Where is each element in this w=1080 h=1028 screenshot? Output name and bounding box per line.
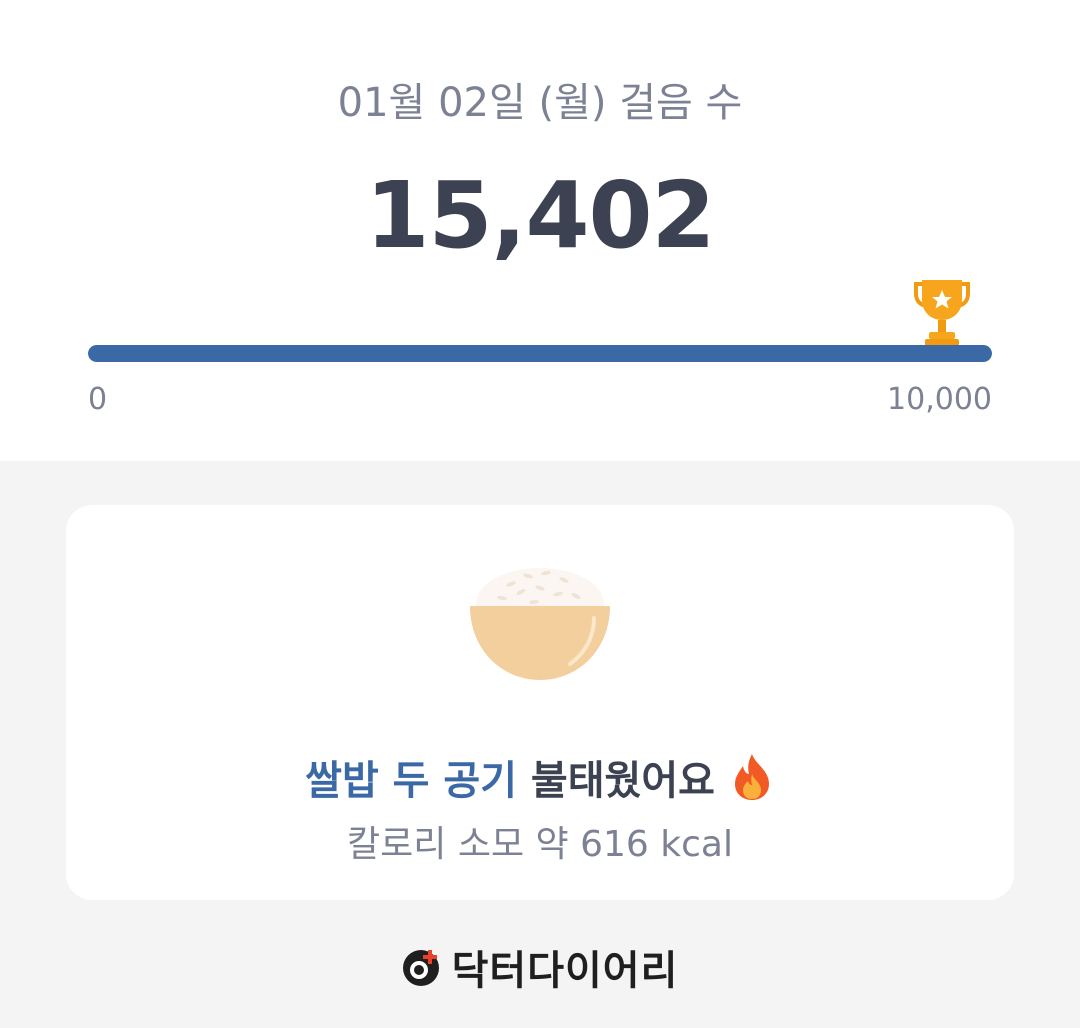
step-count: 15,402 [365,162,715,269]
progress-min-label: 0 [88,382,108,417]
brand-footer: 닥터다이어리 [0,938,1080,996]
calorie-card: 쌀밥 두 공기 불태웠어요 칼로리 소모 약 616 kcal [66,505,1014,900]
brand-name: 닥터다이어리 [451,948,679,994]
step-summary-section: 01월 02일 (월) 걸음 수 15,402 0 10,000 [0,0,1080,461]
trophy-icon [912,278,972,346]
goal-progress-bar [88,345,992,362]
food-equivalent: 쌀밥 두 공기 [305,758,517,804]
calorie-burned-text: 칼로리 소모 약 616 kcal [347,824,733,865]
doctor-diary-logo-icon [402,947,442,987]
goal-progress-fill [88,345,992,362]
date-title: 01월 02일 (월) 걸음 수 [337,80,743,126]
progress-max-label: 10,000 [887,382,992,417]
fire-icon [729,752,775,802]
rice-bowl-icon [466,560,614,682]
calorie-headline: 쌀밥 두 공기 불태웠어요 [66,748,1014,806]
headline-text: 불태웠어요 [517,758,729,804]
